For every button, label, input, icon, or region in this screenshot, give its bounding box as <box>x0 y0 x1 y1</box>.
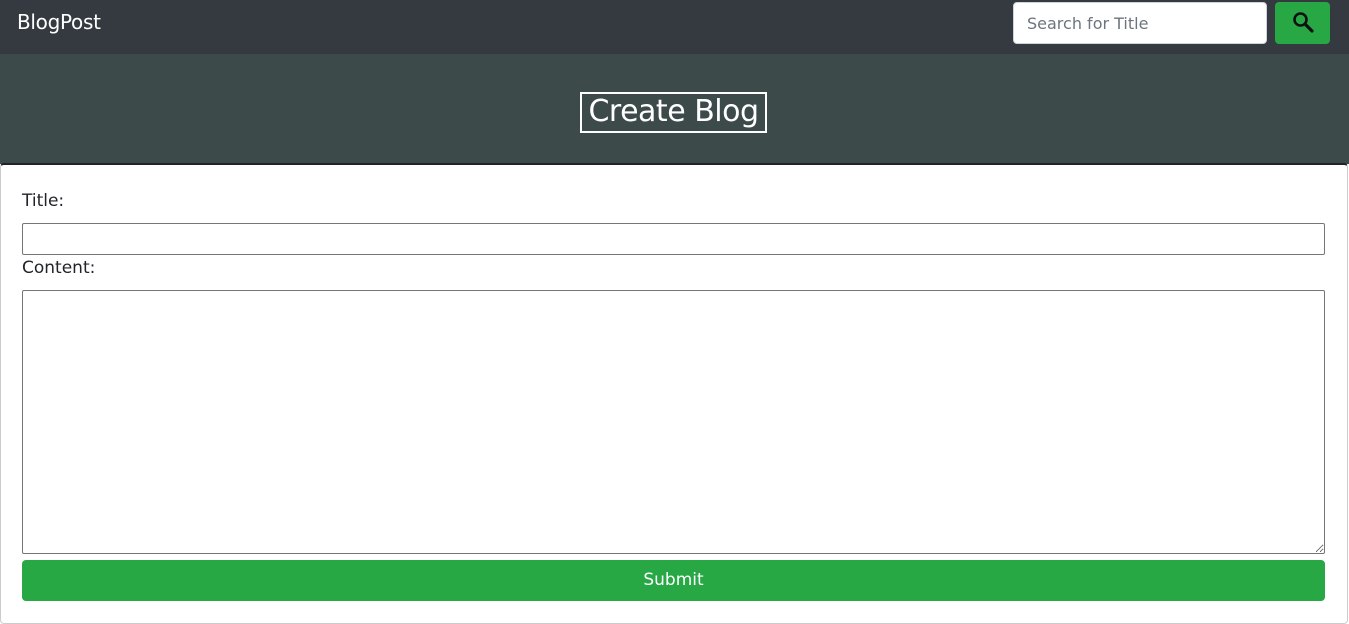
search-input[interactable] <box>1013 2 1267 44</box>
page-title: Create Blog <box>580 92 767 133</box>
navbar: BlogPost <box>0 0 1349 54</box>
search-icon <box>1291 10 1315 37</box>
brand-logo[interactable]: BlogPost <box>17 9 101 35</box>
page-header: Create Blog <box>0 54 1349 164</box>
content-field[interactable] <box>22 290 1325 554</box>
content-label: Content: <box>22 258 96 278</box>
title-field[interactable] <box>22 223 1325 255</box>
title-label: Title: <box>22 191 65 211</box>
search-button[interactable] <box>1275 2 1330 44</box>
submit-button[interactable]: Submit <box>22 560 1325 601</box>
